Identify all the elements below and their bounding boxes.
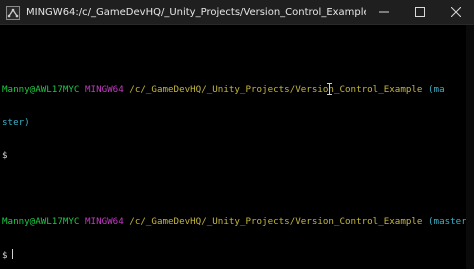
- text-cursor: [11, 249, 13, 259]
- close-icon: [451, 7, 461, 17]
- window-title: MINGW64:/c/_GameDevHQ/_Unity_Projects/Ve…: [26, 6, 366, 18]
- prompt-symbol: $: [2, 250, 8, 261]
- window-controls: [366, 0, 474, 25]
- prompt-env: MINGW64: [85, 216, 124, 227]
- terminal-output[interactable]: Manny@AWL17MYC MINGW64 /c/_GameDevHQ/_Un…: [0, 25, 472, 269]
- prompt-line-2: Manny@AWL17MYC MINGW64 /c/_GameDevHQ/_Un…: [2, 216, 472, 227]
- prompt-path: /c/_GameDevHQ/_Unity_Projects/Version_Co…: [129, 84, 423, 95]
- terminal-window: MINGW64:/c/_GameDevHQ/_Unity_Projects/Ve…: [0, 0, 474, 269]
- prompt-line-1-wrap: ster): [2, 117, 464, 128]
- prompt-user-host: Manny@AWL17MYC: [2, 216, 80, 227]
- minimize-button[interactable]: [366, 0, 402, 25]
- command-line-2[interactable]: $: [2, 249, 464, 261]
- command-line-1: $: [2, 150, 464, 161]
- prompt-user-host: Manny@AWL17MYC: [2, 84, 80, 95]
- prompt-branch-wrap: ster): [2, 117, 30, 128]
- minimize-icon: [379, 11, 389, 13]
- close-button[interactable]: [438, 0, 474, 25]
- prompt-path: /c/_GameDevHQ/_Unity_Projects/Version_Co…: [129, 216, 423, 227]
- maximize-button[interactable]: [402, 0, 438, 25]
- prompt-branch: (ma: [428, 84, 445, 95]
- title-bar[interactable]: MINGW64:/c/_GameDevHQ/_Unity_Projects/Ve…: [0, 0, 474, 25]
- prompt-symbol: $: [2, 150, 8, 161]
- maximize-icon: [415, 7, 425, 17]
- prompt-line-1: Manny@AWL17MYC MINGW64 /c/_GameDevHQ/_Un…: [2, 84, 464, 95]
- ibeam-cursor-icon: [327, 83, 332, 95]
- prompt-env: MINGW64: [85, 84, 124, 95]
- git-bash-icon[interactable]: [6, 5, 20, 20]
- vertical-scrollbar[interactable]: [466, 25, 474, 269]
